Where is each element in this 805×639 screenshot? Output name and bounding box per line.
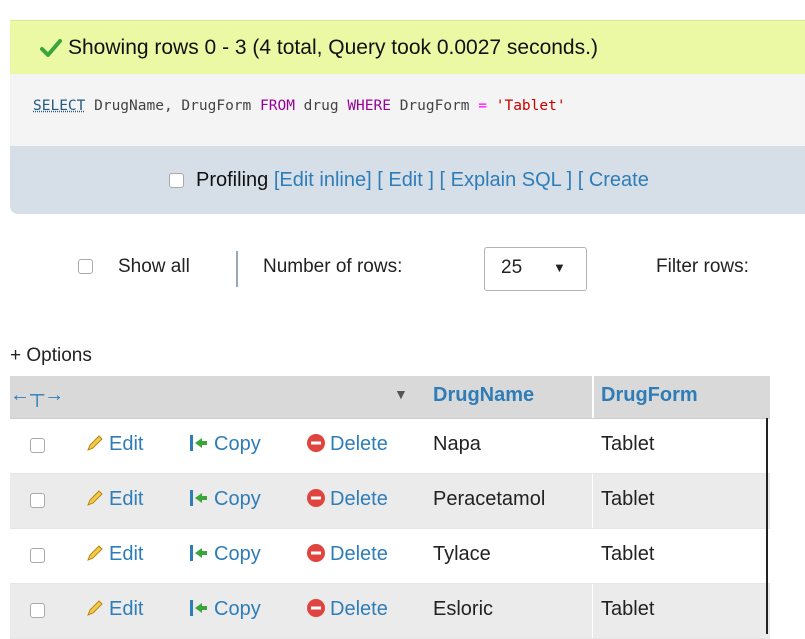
pencil-icon (87, 600, 103, 616)
sql-operator: = (478, 98, 488, 114)
sql-query: SELECT DrugName, DrugForm FROM drug WHER… (33, 98, 566, 114)
copy-label: Copy (214, 543, 261, 565)
delete-icon (307, 544, 325, 562)
copy-button[interactable]: Copy (188, 488, 261, 511)
delete-button[interactable]: Delete (306, 598, 388, 621)
copy-label: Copy (214, 433, 261, 455)
row-checkbox[interactable] (30, 493, 45, 508)
edit-button[interactable]: Edit (85, 543, 143, 566)
cell-drugname: Napa (433, 433, 481, 455)
results-table: ←┬→ ▼ DrugName DrugForm Edit Copy Delete… (10, 376, 770, 639)
copy-icon (190, 600, 207, 616)
column-header-drugname[interactable]: DrugName (433, 384, 534, 407)
delete-label: Delete (330, 598, 388, 620)
success-message-bar: Showing rows 0 - 3 (4 total, Query took … (10, 20, 805, 74)
table-row: Edit Copy Delete Tylace Tablet (10, 529, 770, 584)
copy-label: Copy (214, 598, 261, 620)
row-checkbox[interactable] (30, 603, 45, 618)
edit-button[interactable]: Edit (85, 598, 143, 621)
copy-button[interactable]: Copy (188, 433, 261, 456)
delete-label: Delete (330, 543, 388, 565)
column-header-drugform[interactable]: DrugForm (601, 384, 698, 407)
filter-rows-label: Filter rows: (656, 256, 749, 277)
sql-from-keyword: FROM (260, 98, 295, 114)
sql-value: 'Tablet' (487, 98, 566, 114)
rows-per-page-select[interactable]: 25 ▼ (484, 247, 587, 291)
cell-drugform: Tablet (601, 488, 655, 510)
copy-label: Copy (214, 488, 261, 510)
edit-inline-link[interactable]: [Edit inline] (274, 169, 372, 191)
table-header: ←┬→ ▼ DrugName DrugForm (10, 376, 770, 419)
edit-button[interactable]: Edit (85, 433, 143, 456)
delete-button[interactable]: Delete (306, 433, 388, 456)
header-divider (592, 376, 594, 418)
rows-per-page-value: 25 (501, 257, 523, 278)
column-resize-icon[interactable]: ←┬→ (10, 384, 64, 407)
status-message: Showing rows 0 - 3 (4 total, Query took … (68, 35, 598, 59)
edit-label: Edit (109, 543, 144, 565)
cell-drugform: Tablet (601, 598, 655, 620)
pencil-icon (87, 490, 103, 506)
edit-link[interactable]: [ Edit ] (377, 169, 434, 191)
cell-divider (592, 529, 593, 583)
sort-triangle-icon[interactable]: ▼ (394, 386, 408, 402)
copy-button[interactable]: Copy (188, 598, 261, 621)
cell-divider (592, 419, 593, 473)
cell-divider (592, 584, 593, 638)
sql-query-box: SELECT DrugName, DrugForm FROM drug WHER… (10, 74, 805, 146)
table-row: Edit Copy Delete Napa Tablet (10, 419, 770, 474)
table-row: Edit Copy Delete Peracetamol Tablet (10, 474, 770, 529)
copy-icon (190, 545, 207, 561)
delete-button[interactable]: Delete (306, 543, 388, 566)
show-all-label[interactable]: Show all (118, 256, 190, 278)
delete-label: Delete (330, 488, 388, 510)
cell-drugname: Tylace (433, 543, 491, 565)
navigation-row: Show all Number of rows: 25 ▼ Filter row… (0, 243, 805, 293)
delete-button[interactable]: Delete (306, 488, 388, 511)
cell-drugform: Tablet (601, 543, 655, 565)
create-link[interactable]: [ Create (578, 169, 649, 191)
checkmark-icon (40, 38, 62, 57)
query-toolbar: Profiling [Edit inline] [ Edit ] [ Expla… (10, 146, 805, 214)
cell-drugform: Tablet (601, 433, 655, 455)
sql-table: drug (294, 98, 348, 114)
delete-icon (307, 489, 325, 507)
cell-divider (592, 474, 593, 528)
copy-button[interactable]: Copy (188, 543, 261, 566)
table-right-border (766, 418, 768, 634)
delete-icon (307, 434, 325, 452)
row-checkbox[interactable] (30, 438, 45, 453)
sql-where-column: DrugForm (390, 98, 479, 114)
delete-label: Delete (330, 433, 388, 455)
copy-icon (190, 435, 207, 451)
table-row: Edit Copy Delete Esloric Tablet (10, 584, 770, 639)
edit-label: Edit (109, 598, 144, 620)
pencil-icon (87, 545, 103, 561)
copy-icon (190, 490, 207, 506)
cell-drugname: Esloric (433, 598, 494, 620)
edit-label: Edit (109, 433, 144, 455)
separator (236, 251, 238, 287)
edit-button[interactable]: Edit (85, 488, 143, 511)
delete-icon (307, 599, 325, 617)
edit-label: Edit (109, 488, 144, 510)
dropdown-arrow-icon: ▼ (553, 260, 566, 275)
profiling-label: Profiling (196, 168, 269, 191)
show-all-checkbox[interactable] (78, 259, 93, 274)
pencil-icon (87, 435, 103, 451)
options-toggle[interactable]: + Options (10, 345, 92, 367)
explain-sql-link[interactable]: [ Explain SQL ] (440, 169, 573, 191)
cell-drugname: Peracetamol (433, 488, 546, 510)
sql-columns: DrugName, DrugForm (85, 98, 260, 114)
row-checkbox[interactable] (30, 548, 45, 563)
number-of-rows-label: Number of rows: (263, 256, 403, 277)
profiling-checkbox[interactable] (169, 172, 184, 188)
sql-where-keyword: WHERE (347, 98, 391, 114)
sql-select-keyword[interactable]: SELECT (33, 98, 85, 114)
options-link[interactable]: + Options (10, 345, 92, 366)
